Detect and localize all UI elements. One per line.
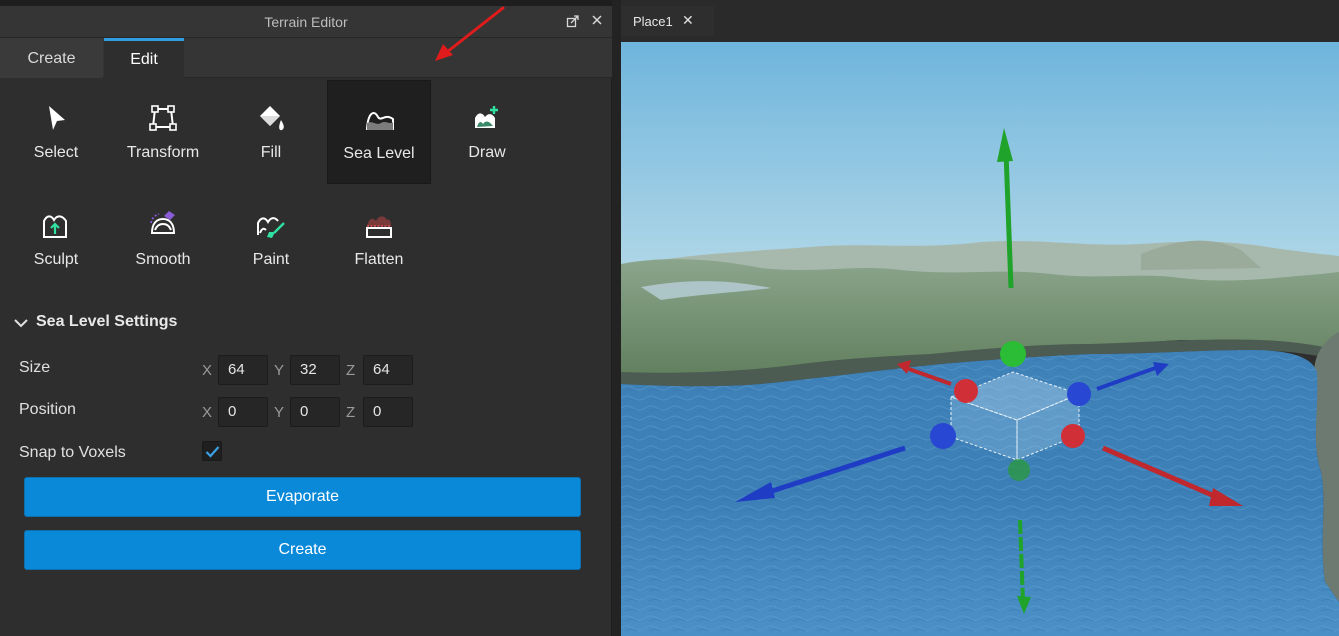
tool-draw[interactable]: Draw: [435, 80, 539, 184]
tool-select[interactable]: Select: [4, 80, 108, 184]
tool-paint[interactable]: Paint: [219, 187, 323, 291]
tool-label: Fill: [260, 144, 282, 161]
size-y-axis-label: Y: [274, 362, 285, 379]
paint-icon: [257, 217, 285, 238]
annotation-arrow: [435, 6, 505, 61]
tool-label: Sea Level: [343, 145, 415, 162]
section-title: Sea Level Settings: [36, 313, 178, 330]
tool-label: Draw: [468, 144, 506, 161]
restore-icon[interactable]: [565, 14, 581, 30]
close-tab-icon[interactable]: ✕: [682, 12, 694, 29]
position-label: Position: [19, 401, 76, 418]
3d-viewport[interactable]: [621, 42, 1339, 636]
position-z-axis-label: Z: [346, 404, 356, 421]
size-z-input[interactable]: 64: [363, 355, 413, 385]
cursor-icon: [49, 106, 65, 130]
create-button[interactable]: Create: [24, 530, 581, 570]
position-y-input[interactable]: 0: [290, 397, 340, 427]
position-y-axis-label: Y: [274, 404, 285, 421]
position-x-axis-label: X: [202, 404, 213, 421]
smooth-icon: [150, 211, 176, 234]
size-x-axis-label: X: [202, 362, 213, 379]
panel-splitter[interactable]: [612, 0, 621, 636]
tool-sea-level[interactable]: Sea Level: [327, 80, 431, 184]
tool-transform[interactable]: Transform: [111, 80, 215, 184]
tab-edit[interactable]: Edit: [104, 38, 184, 78]
transform-icon: [149, 105, 177, 131]
tool-label: Sculpt: [33, 251, 79, 268]
close-icon[interactable]: [589, 14, 605, 30]
size-z-axis-label: Z: [346, 362, 356, 379]
terrain-editor-panel: Terrain Editor Create Edit Select Transf…: [0, 0, 612, 636]
tool-flatten[interactable]: Flatten: [327, 187, 431, 291]
tab-place1[interactable]: Place1 ✕: [621, 6, 714, 36]
draw-terrain-icon: [475, 106, 498, 128]
size-x-input[interactable]: 64: [218, 355, 268, 385]
tool-label: Smooth: [135, 251, 191, 268]
position-x-input[interactable]: 0: [218, 397, 268, 427]
tool-label: Paint: [252, 251, 290, 268]
panel-title: Terrain Editor: [264, 14, 348, 30]
tool-sculpt[interactable]: Sculpt: [4, 187, 108, 291]
size-y-input[interactable]: 32: [290, 355, 340, 385]
tool-label: Flatten: [354, 251, 404, 268]
document-tab-label: Place1: [633, 14, 673, 29]
tab-bar: Create Edit: [0, 38, 612, 78]
evaporate-button[interactable]: Evaporate: [24, 477, 581, 517]
tab-create[interactable]: Create: [0, 38, 103, 78]
snap-to-voxels-label: Snap to Voxels: [19, 444, 126, 461]
paint-bucket-icon: [260, 106, 284, 131]
tool-label: Transform: [126, 144, 200, 161]
tool-smooth[interactable]: Smooth: [111, 187, 215, 291]
checkmark-icon: [205, 446, 220, 458]
sea-level-icon: [365, 112, 394, 130]
snap-to-voxels-checkbox[interactable]: [202, 441, 222, 461]
document-tab-bar: Place1 ✕: [621, 0, 1339, 42]
position-z-input[interactable]: 0: [363, 397, 413, 427]
tool-fill[interactable]: Fill: [219, 80, 323, 184]
tool-label: Select: [33, 144, 79, 161]
size-label: Size: [19, 359, 51, 376]
panel-titlebar: Terrain Editor: [0, 6, 612, 38]
sculpt-icon: [43, 215, 67, 238]
chevron-down-icon: [14, 319, 28, 328]
flatten-icon: [366, 216, 392, 238]
